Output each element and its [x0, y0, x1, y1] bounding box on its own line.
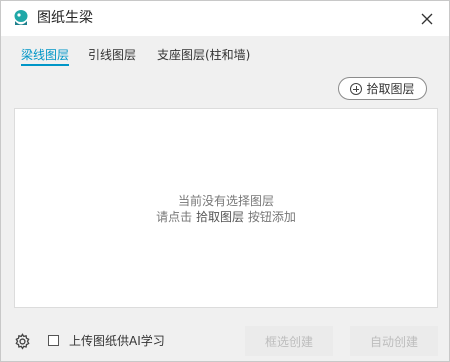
auto-create-button[interactable]: 自动创建 — [350, 326, 438, 356]
empty-state-hint: 请点击 拾取图层 按钮添加 — [15, 209, 437, 225]
gear-icon[interactable] — [14, 333, 31, 350]
box-create-button[interactable]: 框选创建 — [245, 326, 333, 356]
upload-checkbox[interactable] — [48, 335, 59, 346]
tab-support-layer[interactable]: 支座图层(柱和墙) — [157, 47, 250, 63]
tab-beam-layer[interactable]: 梁线图层 — [21, 47, 70, 66]
empty-state-message: 当前没有选择图层 — [177, 194, 274, 208]
dialog-window: 图纸生梁 梁线图层 引线图层 支座图层(柱和墙) 拾取图层 当前没有选择图层 请… — [0, 0, 450, 362]
empty-hint-link: 拾取图层 — [195, 210, 244, 224]
upload-checkbox-label: 上传图纸供AI学习 — [69, 334, 165, 348]
layer-list-panel: 当前没有选择图层 请点击 拾取图层 按钮添加 — [14, 108, 438, 308]
close-button[interactable] — [415, 7, 439, 31]
empty-hint-suffix: 按钮添加 — [244, 210, 296, 224]
empty-hint-prefix: 请点击 — [156, 210, 196, 224]
pick-layer-label: 拾取图层 — [366, 82, 415, 96]
pick-layer-button[interactable]: 拾取图层 — [338, 77, 427, 100]
logo-icon — [14, 10, 28, 25]
close-icon — [421, 13, 433, 25]
window-title: 图纸生梁 — [37, 10, 93, 26]
title-bar: 图纸生梁 — [1, 1, 449, 36]
tab-leader-layer[interactable]: 引线图层 — [88, 47, 136, 63]
plus-circle-icon — [350, 82, 363, 95]
